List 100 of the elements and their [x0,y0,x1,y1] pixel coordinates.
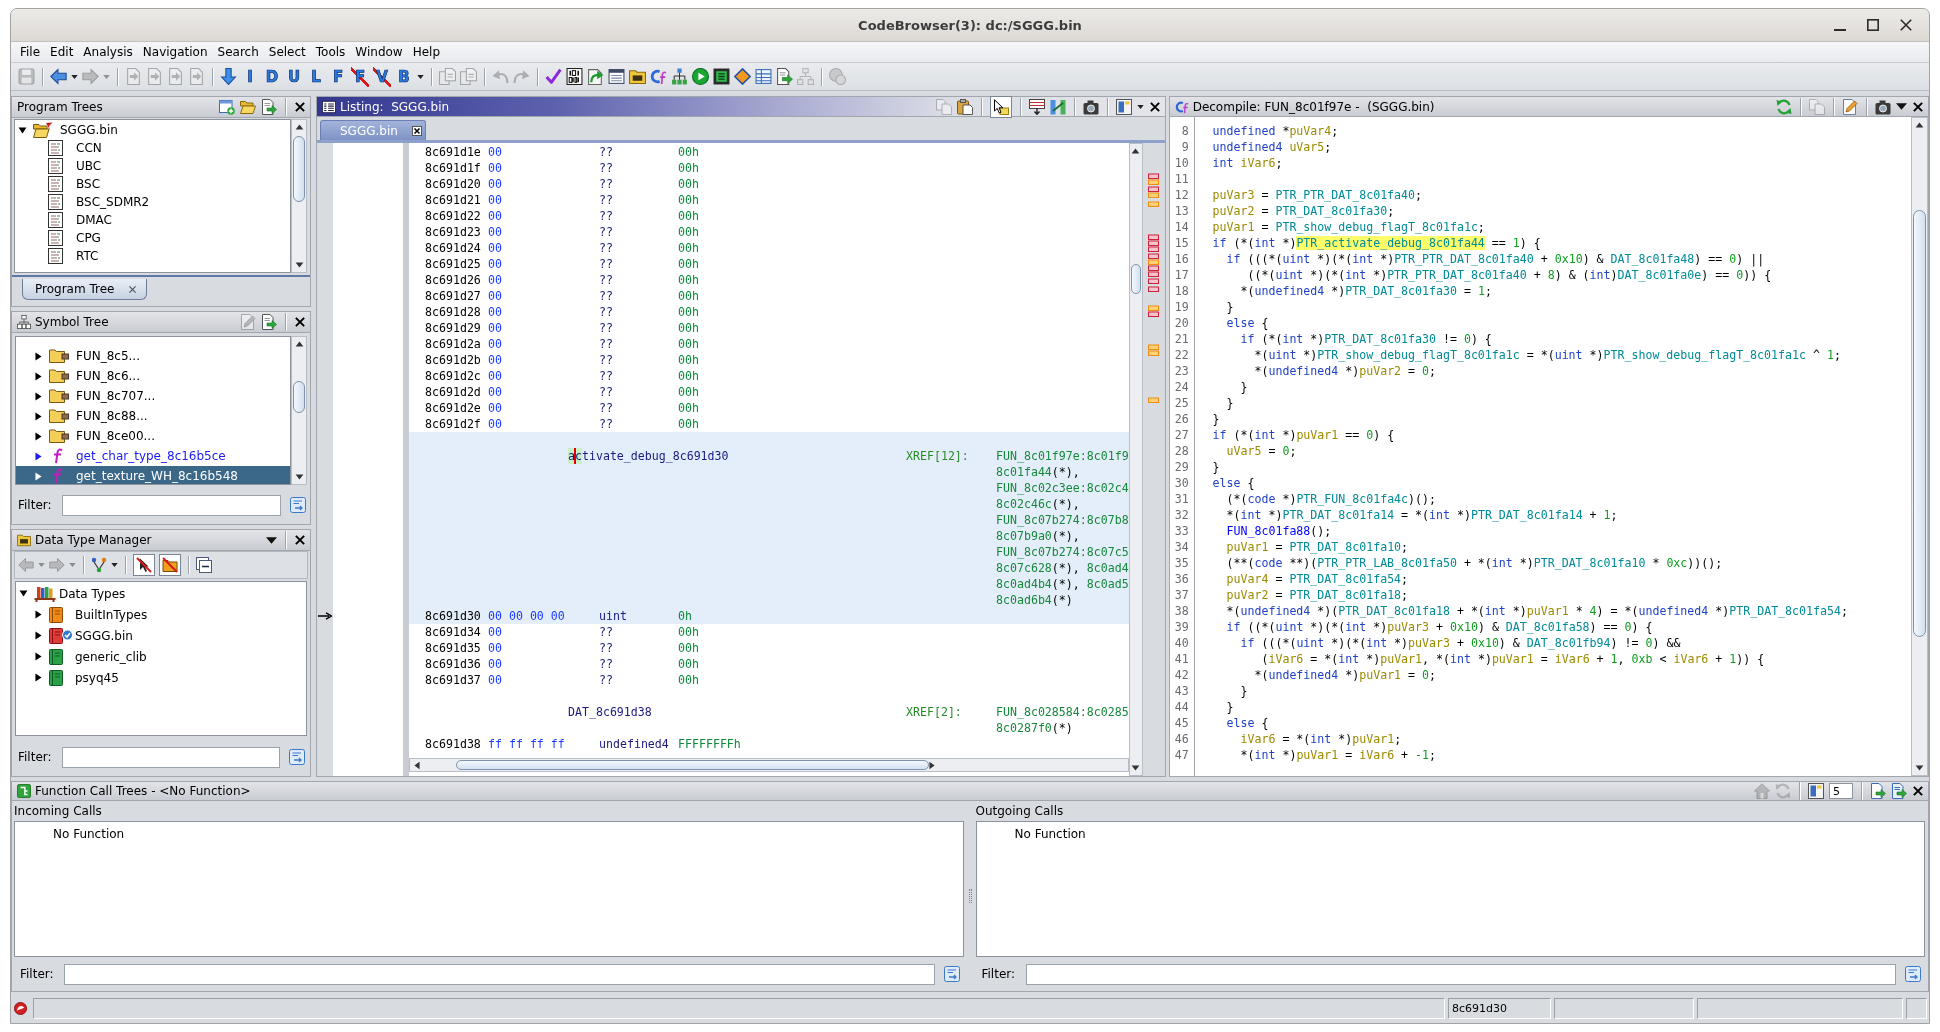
tree-item[interactable]: FUN_8c88... [16,406,152,426]
caret-down-icon[interactable] [1136,104,1144,109]
menu-item[interactable]: Tools [310,42,351,62]
caret-down-icon[interactable] [1131,765,1141,771]
tree-item[interactable]: psyq45 [16,667,123,688]
tree-item[interactable]: FUN_8c707... [16,386,160,406]
pointer-icon[interactable] [989,95,1012,118]
cf-icon[interactable] [650,68,667,85]
bookmark-marker[interactable] [1147,246,1159,252]
tree-item[interactable]: BSC_SDMR2 [15,193,154,211]
columns-slash-icon[interactable] [1049,98,1066,115]
scroll-thumb[interactable] [1130,264,1141,294]
letter-button[interactable]: F [329,66,347,87]
scroll-thumb[interactable] [456,760,929,770]
xref-line[interactable]: 8c07c628(*), 8c0ad4 [996,560,1129,576]
bookmark-marker[interactable] [1147,192,1159,198]
xref-line[interactable]: 8c0287f0(*) [996,720,1073,736]
tree-item[interactable]: generic_clib [16,646,151,667]
close-icon[interactable] [294,316,306,328]
scroll-thumb[interactable] [293,381,305,413]
arrow-left-icon[interactable] [50,68,67,85]
split-handle[interactable] [968,889,972,903]
tree-item[interactable]: get_texture_WH_8c16b548 [16,466,290,484]
xref-line[interactable]: FUN_8c07b274:8c07b8 [996,512,1129,528]
filter-field[interactable] [62,746,280,768]
camera-icon[interactable] [1875,98,1891,115]
caret-right-icon[interactable] [35,351,42,361]
bookmark-marker[interactable] [1147,201,1159,207]
binary-icon[interactable] [566,68,583,85]
vertical-scrollbar[interactable] [291,119,307,273]
tree-item[interactable]: get_char_type_8c16b5ce [16,446,230,466]
xref-line[interactable]: FUN_8c07b274:8c07c5 [996,544,1129,560]
collapse-icon[interactable] [196,557,212,573]
table-icon[interactable] [755,68,772,85]
tree-item[interactable]: No Function [53,825,125,843]
caret-down-icon[interactable] [266,536,277,544]
xref-line[interactable]: 8c02c46c(*), [996,496,1080,512]
chip-icon[interactable] [713,68,730,85]
bookmark-marker[interactable] [1147,278,1159,284]
bookmark-marker[interactable] [1147,311,1159,317]
tree-item[interactable]: CCN [15,139,106,157]
tree-item[interactable]: BuiltInTypes [16,604,152,625]
slashed-pointer-icon[interactable] [133,554,155,576]
document-export-icon[interactable] [261,99,277,115]
bookmark-marker[interactable] [1147,240,1159,246]
caret-right-icon[interactable] [35,371,42,381]
xref-line[interactable]: 8c01fa44(*), [996,464,1080,480]
caret-down-icon[interactable] [417,74,424,79]
hierarchy-icon[interactable] [671,68,688,85]
bookmark-marker[interactable] [1147,234,1159,240]
caret-down-icon[interactable] [1896,103,1907,110]
filter-field[interactable] [64,963,935,985]
depth-field[interactable]: 5 [1829,783,1853,799]
tree-item[interactable]: Data Types [16,583,130,604]
bookmark-marker[interactable] [1147,397,1159,403]
document-export-icon[interactable] [261,314,277,330]
tree-item[interactable]: SGGG.bin [16,625,137,646]
scroll-thumb[interactable] [1913,210,1926,637]
close-icon[interactable] [294,101,306,113]
curved-arrow-icon[interactable] [587,68,604,85]
table-arrow-icon[interactable] [1028,98,1045,115]
tab[interactable]: Program Tree [22,279,148,300]
edit-icon[interactable] [1842,98,1858,115]
bookmark-marker[interactable] [1147,259,1159,265]
tree-item[interactable]: BSC [15,175,105,193]
bookmark-marker[interactable] [1147,265,1159,271]
tree-item[interactable]: DMAC [15,211,116,229]
filter-field[interactable] [62,494,281,516]
tree-item[interactable]: FUN_8c6... [16,366,144,386]
caret-up-icon[interactable] [294,341,304,347]
menu-item[interactable]: Analysis [78,42,138,62]
caret-right-icon[interactable] [35,431,42,441]
bookmark-marker[interactable] [1147,286,1159,292]
caret-right-icon[interactable] [35,471,42,481]
window-icon[interactable] [1808,783,1824,799]
caret-left-icon[interactable] [414,760,420,770]
bookmark-marker[interactable] [1147,186,1159,192]
folder-icon[interactable] [629,68,646,85]
xref-line[interactable]: FUN_8c02c3ee:8c02c4 [996,480,1129,496]
caret-down-icon[interactable] [111,563,118,567]
document-export-icon[interactable] [1870,783,1886,799]
xref-line[interactable]: FUN_8c01f97e:8c01f9 [996,448,1129,464]
camera-icon[interactable] [1082,98,1099,115]
tree-item[interactable]: RTC [15,247,103,265]
caret-down-icon[interactable] [1915,765,1924,771]
caret-down-icon[interactable] [294,262,304,268]
close-icon[interactable] [411,125,422,136]
menu-item[interactable]: Window [350,42,408,62]
paste-icon[interactable] [956,98,973,115]
list-icon[interactable] [608,68,625,85]
window-icon[interactable] [1115,98,1132,115]
slashed-folder-icon[interactable] [159,554,181,576]
close-icon[interactable] [294,534,306,546]
horizontal-scrollbar[interactable] [409,758,1129,772]
caret-right-icon[interactable] [35,451,42,461]
caret-down-icon[interactable] [18,126,27,134]
refresh-icon[interactable] [1776,98,1792,115]
caret-down-icon[interactable] [294,474,304,480]
connected-dots-icon[interactable] [91,557,107,573]
bookmark-marker[interactable] [1147,173,1159,179]
